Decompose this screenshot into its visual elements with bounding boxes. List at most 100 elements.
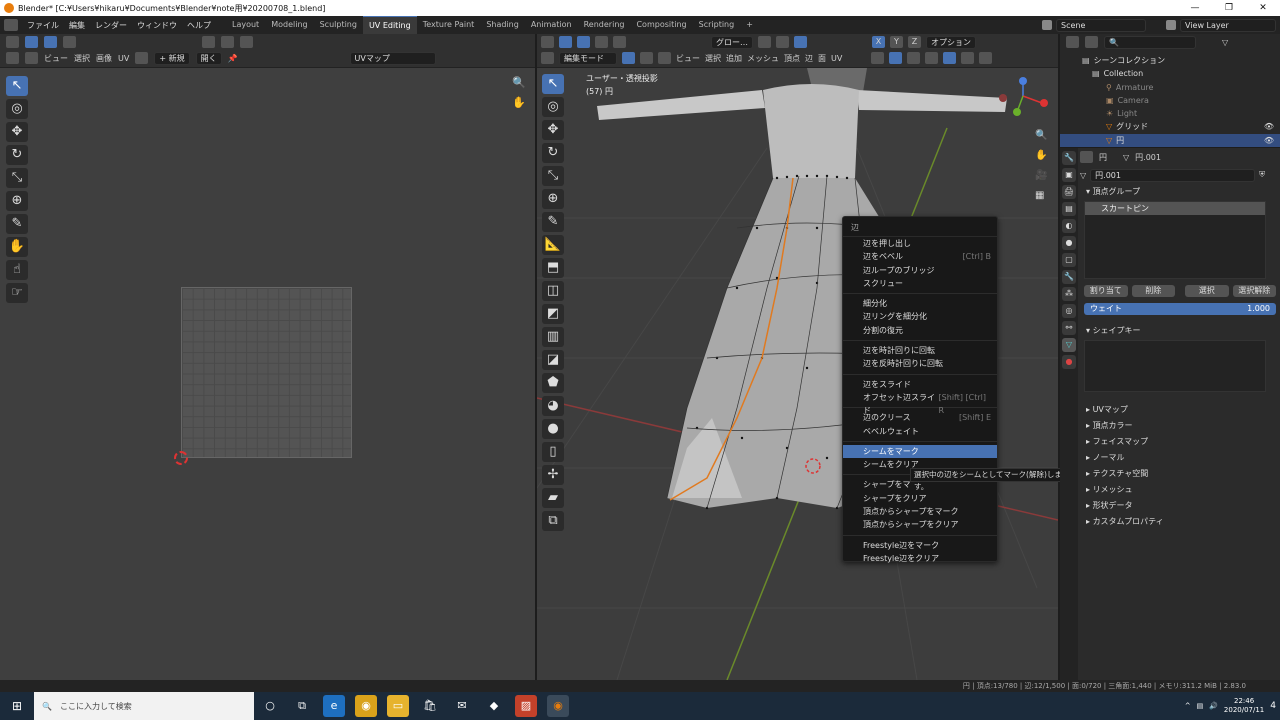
cursor-tool-icon[interactable]: ◎: [6, 99, 28, 119]
chrome-icon[interactable]: ◉: [355, 695, 377, 717]
uv-map-field[interactable]: UVマップ: [349, 51, 436, 65]
uv-view-icon[interactable]: [25, 52, 38, 64]
uv-editor-area[interactable]: ↖ ◎ ✥ ↻ ⤡ ⊕ ✎ ✋ ☝ ☞ 🔍 ✋: [0, 68, 535, 680]
tab-sculpting[interactable]: Sculpting: [314, 16, 363, 35]
pan-hand-icon[interactable]: ✋: [512, 96, 526, 109]
view-layer-tab-icon[interactable]: ▤: [1062, 202, 1076, 216]
xray-icon[interactable]: [907, 52, 921, 64]
vertex-groups-panel-header[interactable]: ▾ 頂点グループ: [1080, 184, 1280, 199]
vp-annotate-tool-icon[interactable]: ✎: [542, 212, 564, 232]
minimize-button[interactable]: —: [1178, 0, 1212, 16]
app-icon[interactable]: ▨: [515, 695, 537, 717]
overlay-icon[interactable]: [871, 52, 885, 64]
particles-tab-icon[interactable]: ⁂: [1062, 287, 1076, 301]
start-button[interactable]: ⊞: [0, 692, 34, 720]
panel-texture-space[interactable]: ▸ テクスチャ空間: [1080, 466, 1280, 482]
menu-item-screw[interactable]: スクリュー: [843, 277, 997, 290]
outliner-item-armature[interactable]: ⚲ Armature: [1060, 81, 1280, 94]
mesh-name-field[interactable]: 円.001: [1090, 168, 1256, 182]
outliner-scene-collection[interactable]: ▤ シーンコレクション: [1060, 54, 1280, 67]
new-image-button[interactable]: + 新規: [154, 51, 190, 65]
menu-help[interactable]: ヘルプ: [187, 20, 211, 31]
vp-menu-face[interactable]: 面: [818, 53, 826, 64]
vp-rotate-tool-icon[interactable]: ↻: [542, 143, 564, 163]
select-button[interactable]: 選択: [1185, 285, 1229, 297]
world-tab-icon[interactable]: ●: [1062, 236, 1076, 250]
zoom-icon[interactable]: 🔍: [512, 76, 526, 89]
open-image-button[interactable]: 開く: [195, 51, 222, 65]
gizmo-icon[interactable]: [889, 52, 903, 64]
select-mode-new-icon[interactable]: [577, 36, 590, 48]
shear-tool-icon[interactable]: ▰: [542, 488, 564, 508]
shading-render-icon[interactable]: [979, 52, 993, 64]
task-view-icon[interactable]: ⧉: [291, 695, 313, 717]
view-layer-field[interactable]: View Layer: [1180, 18, 1276, 32]
pivot-point-icon[interactable]: [758, 36, 771, 48]
tray-expand-icon[interactable]: ^: [1185, 702, 1191, 710]
outliner-type-icon[interactable]: [1066, 36, 1079, 48]
network-icon[interactable]: ▤: [1197, 702, 1204, 710]
props-type-icon[interactable]: [1080, 151, 1093, 163]
tab-modeling[interactable]: Modeling: [265, 16, 313, 35]
panel-uv-maps[interactable]: ▸ UVマップ: [1080, 402, 1280, 418]
menu-edit[interactable]: 編集: [69, 20, 85, 31]
uv-pivot-icon[interactable]: [202, 36, 215, 48]
scene-tab-icon[interactable]: ◐: [1062, 219, 1076, 233]
panel-normals[interactable]: ▸ ノーマル: [1080, 450, 1280, 466]
tab-uv-editing[interactable]: UV Editing: [362, 15, 417, 35]
uv-menu-view[interactable]: ビュー: [44, 53, 68, 64]
material-tab-icon[interactable]: ●: [1062, 355, 1076, 369]
select-mode-subtract-icon[interactable]: [613, 36, 626, 48]
transform-orientation-dropdown[interactable]: グロー…: [711, 35, 753, 49]
mail-icon[interactable]: ✉: [451, 695, 473, 717]
menu-item-bridge-edge-loops[interactable]: 辺ループのブリッジ: [843, 264, 997, 277]
menu-item-mark-seam[interactable]: シームをマーク: [843, 444, 997, 459]
uv-menu-select[interactable]: 選択: [74, 53, 90, 64]
bevel-tool-icon[interactable]: ◩: [542, 304, 564, 324]
vp-menu-edge[interactable]: 辺: [805, 53, 813, 64]
uv-select-mode-icon[interactable]: [44, 36, 57, 48]
tab-scripting[interactable]: Scripting: [693, 16, 741, 35]
panel-remesh[interactable]: ▸ リメッシュ: [1080, 482, 1280, 498]
unity-icon[interactable]: ◆: [483, 695, 505, 717]
outliner-item-light[interactable]: ☀ Light: [1060, 107, 1280, 120]
scale-tool-icon[interactable]: ⤡: [6, 168, 28, 188]
spin-tool-icon[interactable]: ◕: [542, 396, 564, 416]
vp-menu-vertex[interactable]: 頂点: [784, 53, 800, 64]
mirror-z-toggle[interactable]: Z: [908, 36, 921, 48]
tab-compositing[interactable]: Compositing: [630, 16, 692, 35]
pin-icon[interactable]: 📌: [228, 54, 238, 63]
menu-file[interactable]: ファイル: [27, 20, 59, 31]
shrink-fatten-tool-icon[interactable]: ✢: [542, 465, 564, 485]
viewport-editor-type-icon[interactable]: [541, 36, 554, 48]
uv-proportional-icon[interactable]: [240, 36, 253, 48]
tool-tab-icon[interactable]: 🔧: [1062, 151, 1076, 165]
menu-item-rotate-edge-ccw[interactable]: 辺を反時計回りに回転: [843, 357, 997, 370]
transform-tool-icon[interactable]: ⊕: [6, 191, 28, 211]
vp-camera-icon[interactable]: 🎥: [1035, 170, 1047, 181]
menu-window[interactable]: ウィンドウ: [137, 20, 177, 31]
panel-face-maps[interactable]: ▸ フェイスマップ: [1080, 434, 1280, 450]
vp-menu-mesh[interactable]: メッシュ: [747, 53, 779, 64]
menu-item-un-subdivide[interactable]: 分割の復元: [843, 324, 997, 337]
vp-ortho-grid-icon[interactable]: ▦: [1035, 190, 1044, 201]
store-icon[interactable]: 🛍: [419, 695, 441, 717]
menu-item-subdivide[interactable]: 細分化: [843, 297, 997, 310]
viewport-type-icon[interactable]: [541, 52, 554, 64]
menu-item-rotate-edge-cw[interactable]: 辺を時計回りに回転: [843, 344, 997, 357]
menu-item-extrude-edges[interactable]: 辺を押し出し: [843, 237, 997, 250]
outliner-display-mode-icon[interactable]: [1085, 36, 1098, 48]
vp-menu-uv[interactable]: UV: [831, 54, 842, 63]
uv-snap-icon[interactable]: [221, 36, 234, 48]
uv-menu-uv[interactable]: UV: [118, 54, 129, 63]
maximize-button[interactable]: ❐: [1212, 0, 1246, 16]
shape-keys-panel-header[interactable]: ▾ シェイプキー: [1080, 323, 1280, 338]
menu-item-clear-sharp-from-vertices[interactable]: 頂点からシャープをクリア: [843, 518, 997, 531]
vp-zoom-icon[interactable]: 🔍: [1035, 130, 1047, 141]
notification-badge[interactable]: 4: [1270, 701, 1276, 711]
smooth-tool-icon[interactable]: ●: [542, 419, 564, 439]
vp-menu-view[interactable]: ビュー: [676, 53, 700, 64]
shading-solid-icon[interactable]: [943, 52, 957, 64]
move-tool-icon[interactable]: ✥: [6, 122, 28, 142]
poly-build-tool-icon[interactable]: ⬟: [542, 373, 564, 393]
